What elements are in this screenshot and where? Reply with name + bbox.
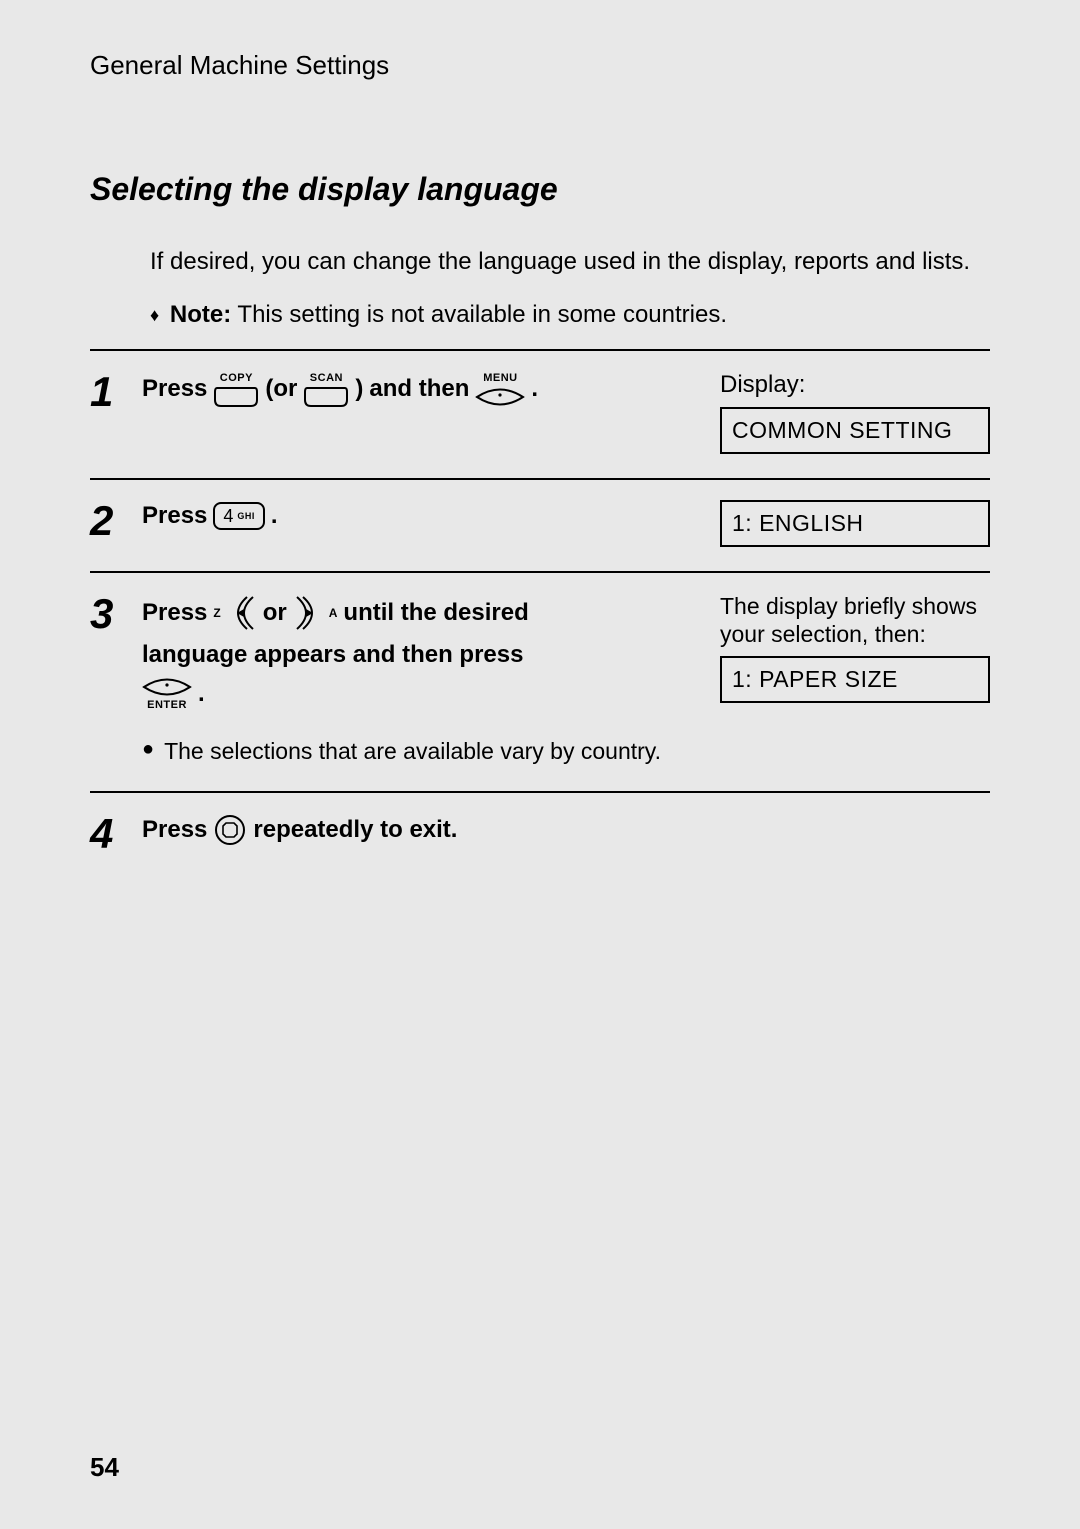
display-label: Display: xyxy=(720,371,990,399)
key-4: 4 GHI xyxy=(213,502,265,530)
eye-key-icon xyxy=(142,676,192,698)
a-label: A xyxy=(329,605,338,621)
or-open: (or xyxy=(265,373,297,405)
step-2: 2 Press 4 GHI . 1: ENGLISH xyxy=(90,480,990,573)
step-body: Press repeatedly to exit. xyxy=(142,813,720,855)
bullet-icon: ● xyxy=(142,736,154,767)
menu-key-label: MENU xyxy=(483,371,517,386)
scan-key-label: SCAN xyxy=(310,371,343,386)
key-4-letters: GHI xyxy=(237,510,255,522)
eye-key-icon xyxy=(475,386,525,408)
document-page: General Machine Settings Selecting the d… xyxy=(0,0,1080,1529)
step-display-empty xyxy=(720,813,990,855)
display-note: The display briefly shows your selection… xyxy=(720,593,990,648)
scan-key: SCAN xyxy=(303,371,349,408)
paren-close: ) xyxy=(355,373,363,405)
note-text: This setting is not available in some co… xyxy=(237,301,727,328)
line2: language appears and then press xyxy=(142,639,523,671)
until-desired: until the desired xyxy=(343,597,528,629)
note-line: ♦ Note: This setting is not available in… xyxy=(150,301,990,329)
intro-paragraph: If desired, you can change the language … xyxy=(150,246,990,277)
enter-key: ENTER xyxy=(142,676,192,713)
press-label: Press xyxy=(142,814,207,846)
key-4-digit: 4 xyxy=(223,504,233,528)
step-number: 3 xyxy=(90,593,142,767)
diamond-icon: ♦ xyxy=(150,305,159,326)
steps-list: 1 Press COPY (or SCAN xyxy=(90,349,990,879)
period: . xyxy=(198,678,205,710)
period: . xyxy=(271,500,278,532)
press-label: Press xyxy=(142,500,207,532)
copy-key: COPY xyxy=(213,371,259,408)
step-1: 1 Press COPY (or SCAN xyxy=(90,351,990,480)
right-arrow-key xyxy=(293,593,323,633)
enter-key-label: ENTER xyxy=(147,698,187,713)
left-arrow-key xyxy=(227,593,257,633)
press-label: Press xyxy=(142,373,207,405)
bullet-line: ● The selections that are available vary… xyxy=(142,736,700,767)
and-then: and then xyxy=(369,373,469,405)
display-box: COMMON SETTING xyxy=(720,407,990,454)
step-display: 1: ENGLISH xyxy=(720,500,990,547)
bullet-text: The selections that are available vary b… xyxy=(164,736,661,767)
note-prefix: Note: xyxy=(170,301,231,328)
step-3: 3 Press Z or A until the desired xyxy=(90,573,990,793)
step-number: 2 xyxy=(90,500,142,547)
rounded-key-icon xyxy=(213,386,259,408)
step-body: Press COPY (or SCAN ) xyxy=(142,371,720,454)
repeatedly-exit: repeatedly to exit. xyxy=(253,814,457,846)
or-label: or xyxy=(263,597,287,629)
step-body: Press Z or A until the desired language … xyxy=(142,593,720,767)
step-number: 1 xyxy=(90,371,142,454)
display-box: 1: PAPER SIZE xyxy=(720,656,990,703)
chapter-header: General Machine Settings xyxy=(90,50,990,81)
step-display: Display: COMMON SETTING xyxy=(720,371,990,454)
menu-key: MENU xyxy=(475,371,525,408)
display-box: 1: ENGLISH xyxy=(720,500,990,547)
step-display: The display briefly shows your selection… xyxy=(720,593,990,767)
z-label: Z xyxy=(213,605,220,621)
step-4: 4 Press repeatedly to exit. xyxy=(90,793,990,879)
stop-key-icon xyxy=(213,813,247,847)
press-label: Press xyxy=(142,597,207,629)
period: . xyxy=(531,373,538,405)
page-number: 54 xyxy=(90,1452,119,1483)
step-body: Press 4 GHI . xyxy=(142,500,720,547)
section-title: Selecting the display language xyxy=(90,171,990,208)
rounded-key-icon xyxy=(303,386,349,408)
step-number: 4 xyxy=(90,813,142,855)
copy-key-label: COPY xyxy=(220,371,253,386)
